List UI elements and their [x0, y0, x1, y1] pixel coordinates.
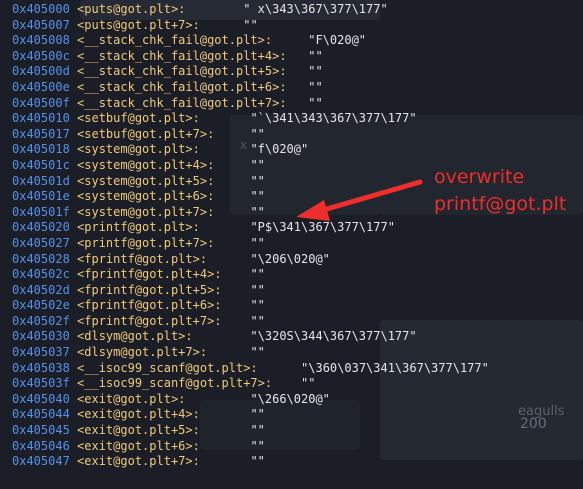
- annotation-line-1: overwrite: [434, 166, 525, 188]
- arrow-annotation-icon: [296, 179, 423, 221]
- annotation-line-2: printf@got.plt: [434, 193, 567, 215]
- annotation-text: overwrite printf@got.plt: [434, 164, 566, 218]
